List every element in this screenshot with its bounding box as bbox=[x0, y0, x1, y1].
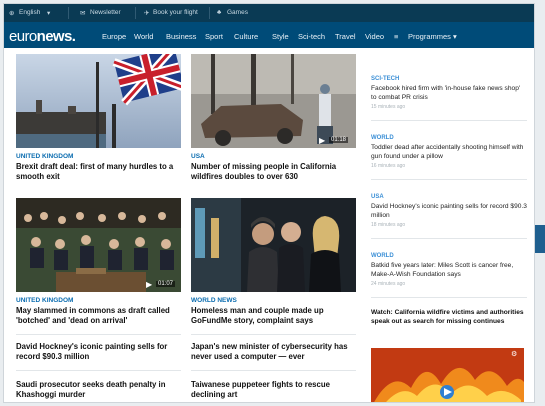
divider bbox=[371, 238, 527, 239]
utility-bar: ⊕ English ▾ ✉ Newsletter ✈ Book your fli… bbox=[4, 4, 534, 22]
browser-page: ⊕ English ▾ ✉ Newsletter ✈ Book your fli… bbox=[3, 3, 535, 403]
sidebar-category[interactable]: WORLD bbox=[371, 253, 394, 259]
nav-video[interactable]: Video bbox=[365, 32, 384, 41]
sidebar-title[interactable]: Batkid five years later: Miles Scott is … bbox=[371, 262, 527, 279]
video-duration: 01:18 bbox=[329, 137, 349, 143]
headline-link[interactable]: David Hockney's iconic painting sells fo… bbox=[16, 342, 181, 362]
nav-travel[interactable]: Travel bbox=[335, 32, 356, 41]
video-duration: 01:07 bbox=[156, 281, 176, 287]
games-icon: ♣ bbox=[217, 9, 222, 16]
plane-icon: ✈ bbox=[144, 10, 150, 17]
play-icon: ▶ bbox=[146, 280, 153, 289]
house-of-commons-image bbox=[16, 198, 181, 292]
language-selector[interactable]: English bbox=[19, 9, 40, 16]
nav-style[interactable]: Style bbox=[272, 32, 289, 41]
sidebar-title[interactable]: David Hockney's iconic painting sells fo… bbox=[371, 203, 527, 220]
article-category[interactable]: UNITED KINGDOM bbox=[16, 297, 73, 304]
headline-link[interactable]: Saudi prosecutor seeks death penalty in … bbox=[16, 380, 181, 400]
chevron-down-icon: ▾ bbox=[47, 10, 51, 17]
programmes-label: Programmes bbox=[408, 32, 451, 41]
divider bbox=[135, 7, 136, 19]
sidebar-time: 24 minutes ago bbox=[371, 281, 406, 287]
homeless-man-couple-image bbox=[191, 198, 356, 292]
watch-video-thumbnail[interactable]: ⚙ bbox=[371, 348, 524, 402]
play-icon: ▶ bbox=[319, 136, 326, 145]
sidebar-time: 16 minutes ago bbox=[371, 163, 406, 169]
parliament-flag-image bbox=[16, 54, 181, 148]
feedback-tab[interactable] bbox=[535, 225, 545, 253]
divider bbox=[191, 370, 356, 371]
nav-world[interactable]: World bbox=[134, 32, 153, 41]
article-title[interactable]: Number of missing people in California w… bbox=[191, 162, 356, 182]
sidebar-title[interactable]: Facebook hired firm with 'in-house fake … bbox=[371, 85, 527, 102]
article-thumbnail-gofundme[interactable] bbox=[191, 198, 356, 292]
divider bbox=[191, 334, 356, 335]
mail-icon: ✉ bbox=[80, 10, 86, 17]
burned-car-image bbox=[191, 54, 356, 148]
logo-text-bold: news. bbox=[36, 28, 76, 45]
nav-business[interactable]: Business bbox=[166, 32, 196, 41]
divider bbox=[371, 297, 527, 298]
menu-icon: ≡ bbox=[394, 32, 399, 41]
book-flight-link[interactable]: Book your flight bbox=[153, 9, 198, 16]
divider bbox=[371, 179, 527, 180]
watch-video-title[interactable]: Watch: California wildfire victims and a… bbox=[371, 309, 527, 326]
chevron-down-icon: ▾ bbox=[453, 32, 457, 41]
divider bbox=[371, 120, 527, 121]
article-category[interactable]: UNITED KINGDOM bbox=[16, 153, 73, 160]
headline-link[interactable]: Japan's new minister of cybersecurity ha… bbox=[191, 342, 356, 362]
sidebar-title[interactable]: Toddler dead after accidentally shooting… bbox=[371, 144, 527, 161]
main-navigation: euronews. Europe World Business Sport Cu… bbox=[4, 22, 534, 48]
article-thumbnail-brexit[interactable] bbox=[16, 54, 181, 148]
nav-culture[interactable]: Culture bbox=[234, 32, 258, 41]
article-title[interactable]: Homeless man and couple made up GoFundMe… bbox=[191, 306, 356, 326]
wildfire-flames-image bbox=[371, 348, 524, 402]
headline-link[interactable]: Taiwanese puppeteer fights to rescue dec… bbox=[191, 380, 356, 400]
article-thumbnail-wildfire[interactable]: ▶ 01:18 bbox=[191, 54, 356, 148]
euronews-logo[interactable]: euronews. bbox=[9, 28, 76, 45]
sidebar-time: 18 minutes ago bbox=[371, 222, 406, 228]
article-title[interactable]: May slammed in commons as draft called '… bbox=[16, 306, 181, 326]
sidebar-category[interactable]: SCI-TECH bbox=[371, 76, 399, 82]
sidebar-category[interactable]: USA bbox=[371, 194, 384, 200]
divider bbox=[68, 7, 69, 19]
divider bbox=[209, 7, 210, 19]
logo-text-light: euro bbox=[9, 28, 37, 45]
article-category[interactable]: USA bbox=[191, 153, 205, 160]
programmes-menu[interactable]: Programmes ▾ bbox=[408, 32, 457, 41]
games-link[interactable]: Games bbox=[227, 9, 248, 16]
nav-europe[interactable]: Europe bbox=[102, 32, 126, 41]
nav-sport[interactable]: Sport bbox=[205, 32, 223, 41]
sidebar-category[interactable]: WORLD bbox=[371, 135, 394, 141]
globe-icon: ⊕ bbox=[9, 10, 15, 17]
newsletter-link[interactable]: Newsletter bbox=[90, 9, 121, 16]
article-category[interactable]: WORLD NEWS bbox=[191, 297, 237, 304]
sidebar-time: 15 minutes ago bbox=[371, 104, 406, 110]
article-thumbnail-commons[interactable]: ▶ 01:07 bbox=[16, 198, 181, 292]
gear-icon: ⚙ bbox=[511, 351, 518, 358]
divider bbox=[16, 334, 181, 335]
divider bbox=[16, 370, 181, 371]
nav-sci-tech[interactable]: Sci-tech bbox=[298, 32, 325, 41]
article-title[interactable]: Brexit draft deal: first of many hurdles… bbox=[16, 162, 181, 182]
